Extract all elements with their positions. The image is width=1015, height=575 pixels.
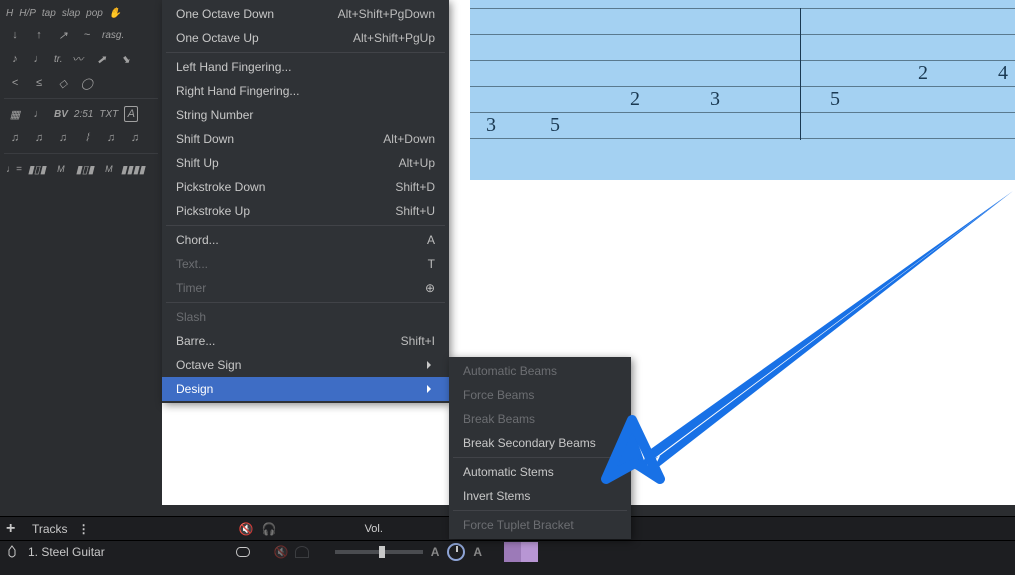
tool-decrescendo-icon[interactable]: ⬊ xyxy=(117,51,135,67)
automation-a-vol[interactable]: A xyxy=(431,545,440,559)
tool-stroke-down-icon[interactable]: ↓ xyxy=(6,27,24,43)
tool-h-icon[interactable]: H xyxy=(6,8,13,19)
tool-m1-icon[interactable]: M xyxy=(52,161,70,177)
tab-note[interactable]: 5 xyxy=(550,114,560,137)
track-name[interactable]: 1. Steel Guitar xyxy=(28,545,105,559)
tool-wavy-icon[interactable]: ~ xyxy=(78,27,96,43)
tab-note[interactable]: 2 xyxy=(630,88,640,111)
tool-hp-icon[interactable]: H/P xyxy=(19,8,36,19)
menu-item-slash: Slash xyxy=(162,305,449,329)
menu-item-left-hand-fingering[interactable]: Left Hand Fingering... xyxy=(162,55,449,79)
design-submenu: Automatic BeamsForce BeamsBreak BeamsBre… xyxy=(449,357,631,539)
tool-harmonic-icon[interactable]: ◇ xyxy=(54,75,72,91)
tracks-options-icon[interactable]: ⋮ xyxy=(78,522,89,536)
tab-staff-selection[interactable]: 3 5 2 3 5 2 4 xyxy=(470,0,1015,180)
automation-a-pan[interactable]: A xyxy=(473,545,482,559)
tool-tempo-icon[interactable]: ♩= xyxy=(6,164,22,175)
submenu-item-force-tuplet-bracket: Force Tuplet Bracket xyxy=(449,513,631,537)
track-region[interactable] xyxy=(504,542,538,562)
tool-slap[interactable]: slap xyxy=(62,8,80,19)
tool-quarter-icon[interactable]: ♩ xyxy=(30,106,48,122)
tool-beam3-icon[interactable]: ♫ xyxy=(54,130,72,146)
tool-txt[interactable]: TXT xyxy=(99,109,118,120)
mute-icon[interactable]: 🔇 xyxy=(274,545,287,558)
visibility-toggle-icon[interactable] xyxy=(236,547,250,557)
tool-tap[interactable]: tap xyxy=(42,8,56,19)
menu-item-shift-down[interactable]: Shift DownAlt+Down xyxy=(162,127,449,151)
menu-item-shift-up[interactable]: Shift UpAlt+Up xyxy=(162,151,449,175)
menu-item-one-octave-down[interactable]: One Octave DownAlt+Shift+PgDown xyxy=(162,2,449,26)
tool-arpeggio-icon[interactable]: ↗ xyxy=(54,27,72,43)
tool-grid-icon[interactable]: ▦ xyxy=(6,106,24,122)
menu-item-pickstroke-down[interactable]: Pickstroke DownShift+D xyxy=(162,175,449,199)
tool-timecode[interactable]: 2:51 xyxy=(74,109,93,120)
track-row-1[interactable]: 1. Steel Guitar 🔇 A A xyxy=(0,540,1015,562)
left-tool-palette: H H/P tap slap pop ✋ ↓ ↑ ↗ ~ rasg. ♪ ♩ t… xyxy=(0,0,162,510)
submenu-item-automatic-stems[interactable]: Automatic Stems xyxy=(449,460,631,484)
tool-crescendo-icon[interactable]: ⬈ xyxy=(93,51,111,67)
tool-note-icon[interactable]: ♩ xyxy=(30,51,48,67)
tool-beam5-icon[interactable]: ♫ xyxy=(126,130,144,146)
add-track-button[interactable]: + xyxy=(6,520,22,538)
menu-item-chord[interactable]: Chord...A xyxy=(162,228,449,252)
tool-palm-icon[interactable]: ✋ xyxy=(109,8,121,19)
tool-stroke-up-icon[interactable]: ↑ xyxy=(30,27,48,43)
tab-note[interactable]: 5 xyxy=(830,88,840,111)
tool-circle-icon[interactable]: ◯ xyxy=(78,75,96,91)
submenu-item-break-beams: Break Beams xyxy=(449,407,631,431)
tool-row-3: ♪ ♩ tr. 〰 ⬈ ⬊ xyxy=(4,47,158,71)
pan-knob[interactable] xyxy=(447,543,465,561)
tab-note[interactable]: 3 xyxy=(486,114,496,137)
tool-row-4: < ≤ ◇ ◯ xyxy=(4,71,158,95)
tool-bars1-icon[interactable]: ▮▯▮ xyxy=(28,161,46,177)
tool-bars2-icon[interactable]: ▮▯▮ xyxy=(76,161,94,177)
submenu-item-force-beams: Force Beams xyxy=(449,383,631,407)
headphone-header-icon: 🎧 xyxy=(262,522,275,535)
tool-marcato-icon[interactable]: ≤ xyxy=(30,75,48,91)
tool-beam4-icon[interactable]: ♫ xyxy=(102,130,120,146)
tab-note[interactable]: 3 xyxy=(710,88,720,111)
menu-item-string-number[interactable]: String Number xyxy=(162,103,449,127)
menu-item-text: Text...T xyxy=(162,252,449,276)
tool-pop[interactable]: pop xyxy=(86,8,103,19)
menu-item-design[interactable]: Design xyxy=(162,377,449,401)
tool-rasg[interactable]: rasg. xyxy=(102,30,124,41)
tracks-label: Tracks xyxy=(32,522,68,536)
tool-m2-icon[interactable]: M xyxy=(100,161,118,177)
tool-beam1-icon[interactable]: ♫ xyxy=(6,130,24,146)
menu-item-one-octave-up[interactable]: One Octave UpAlt+Shift+PgUp xyxy=(162,26,449,50)
volume-slider[interactable] xyxy=(335,550,423,554)
menu-item-pickstroke-up[interactable]: Pickstroke UpShift+U xyxy=(162,199,449,223)
vol-label: Vol. xyxy=(365,523,383,535)
menu-item-octave-sign[interactable]: Octave Sign xyxy=(162,353,449,377)
submenu-item-invert-stems[interactable]: Invert Stems xyxy=(449,484,631,508)
tool-box-a-icon[interactable]: A xyxy=(124,106,138,122)
barline xyxy=(800,8,801,140)
tool-row-5: ▦ ♩ BV 2:51 TXT A xyxy=(4,102,158,126)
tool-beam2-icon[interactable]: ♫ xyxy=(30,130,48,146)
mute-header-icon: 🔇 xyxy=(239,522,252,535)
tab-note[interactable]: 2 xyxy=(918,62,928,85)
context-menu: One Octave DownAlt+Shift+PgDownOne Octav… xyxy=(162,0,449,403)
tool-bv[interactable]: BV xyxy=(54,109,68,120)
menu-item-right-hand-fingering[interactable]: Right Hand Fingering... xyxy=(162,79,449,103)
tool-auto-icon[interactable]: 𝄔 xyxy=(78,130,96,146)
menu-item-barre[interactable]: Barre...Shift+I xyxy=(162,329,449,353)
tool-row-6: ♫ ♫ ♫ 𝄔 ♫ ♫ xyxy=(4,126,158,150)
menu-item-timer: Timer⊕ xyxy=(162,276,449,300)
tool-tremolo-icon[interactable]: 〰 xyxy=(69,51,87,67)
track-instrument-icon[interactable] xyxy=(6,545,20,559)
tool-row-2: ↓ ↑ ↗ ~ rasg. xyxy=(4,23,158,47)
tool-trill[interactable]: tr. xyxy=(54,54,63,65)
tool-grace-icon[interactable]: ♪ xyxy=(6,51,24,67)
tool-bars3-icon[interactable]: ▮▮▮▮ xyxy=(124,161,142,177)
submenu-item-automatic-beams: Automatic Beams xyxy=(449,359,631,383)
solo-headphone-icon[interactable] xyxy=(295,546,309,558)
submenu-item-break-secondary-beams[interactable]: Break Secondary Beams xyxy=(449,431,631,455)
tool-accent-icon[interactable]: < xyxy=(6,75,24,91)
tool-row-1: H H/P tap slap pop ✋ xyxy=(4,4,158,23)
tool-row-7: ♩= ▮▯▮ M ▮▯▮ M ▮▮▮▮ xyxy=(4,157,158,181)
tab-note[interactable]: 4 xyxy=(998,62,1008,85)
